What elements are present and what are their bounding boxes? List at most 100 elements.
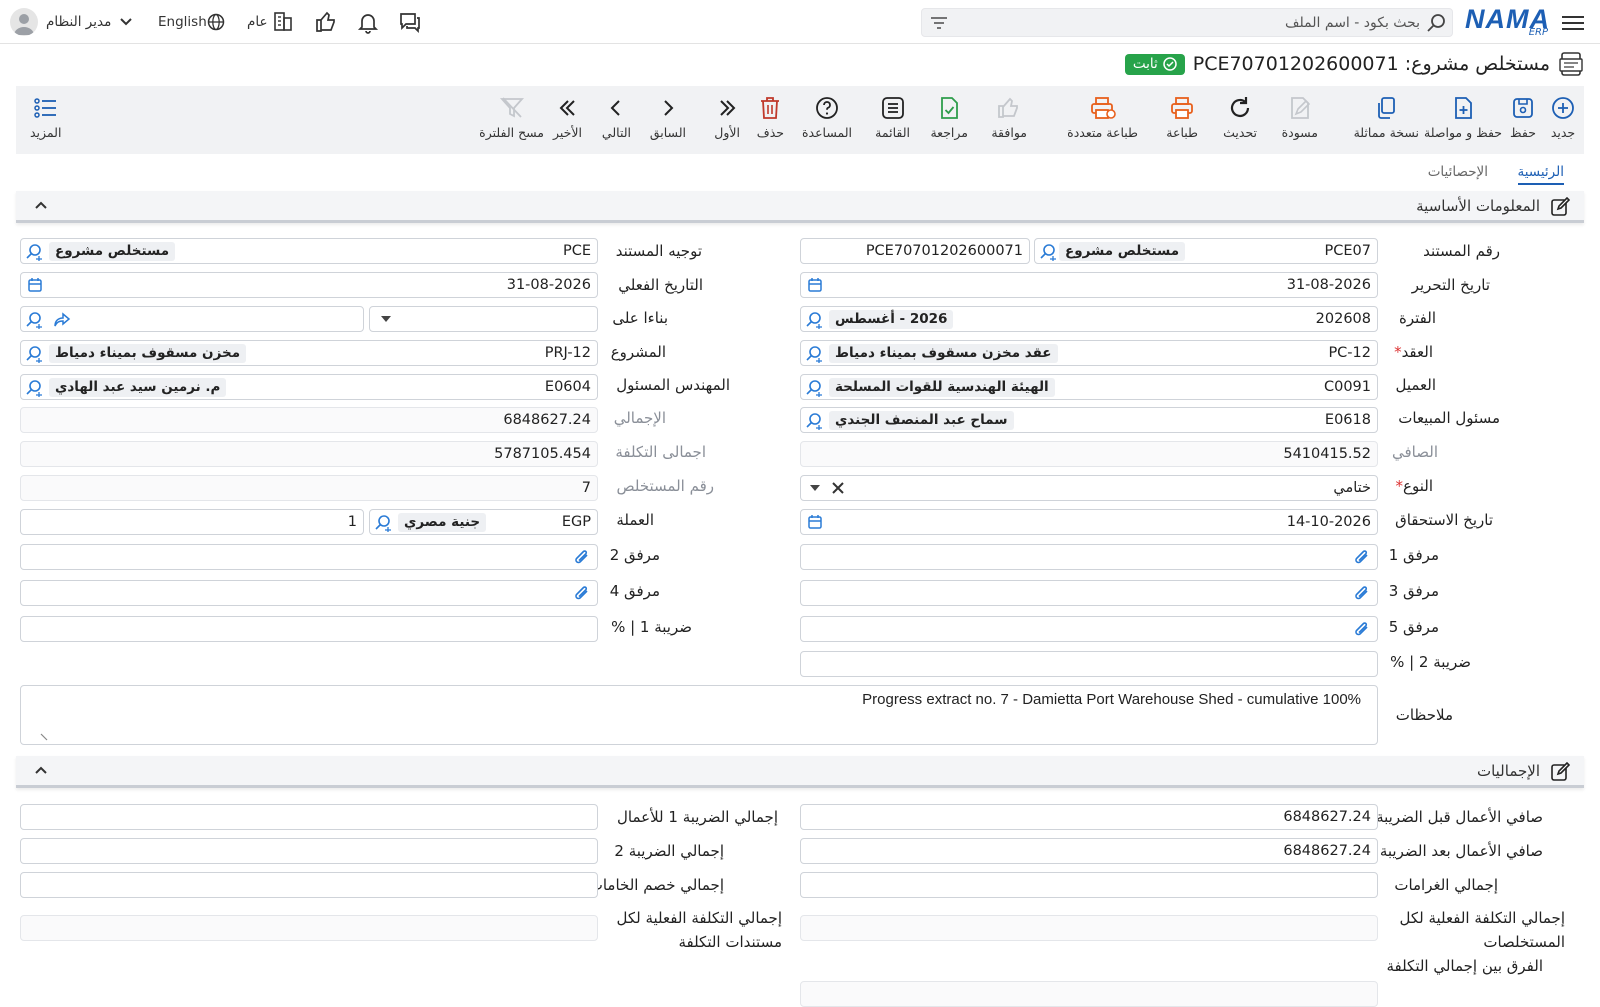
based-on-select[interactable] <box>369 306 598 332</box>
doc-number-field[interactable]: PCE70701202600071 <box>800 238 1030 264</box>
attachment-5-field[interactable] <box>800 616 1378 642</box>
period-chip: 2026 - أغسطس <box>829 310 954 329</box>
contract-label: العقد* <box>1394 343 1433 361</box>
search-input[interactable] <box>1000 12 1420 33</box>
save-button[interactable]: حفظ <box>1510 94 1536 140</box>
paperclip-icon[interactable] <box>573 585 591 603</box>
attachment-1-field[interactable] <box>800 544 1378 570</box>
delete-button[interactable]: حذف <box>757 94 784 140</box>
paperclip-icon[interactable] <box>1353 549 1371 567</box>
chevron-down-icon <box>119 17 133 27</box>
type-select[interactable]: ختامي <box>800 475 1378 501</box>
filter-icon[interactable] <box>930 15 948 31</box>
logo[interactable]: NAMA ERP <box>1465 2 1550 42</box>
help-button[interactable]: المساعدة <box>802 94 852 140</box>
calendar-icon[interactable] <box>807 277 823 293</box>
trash-icon <box>757 94 783 122</box>
paperclip-icon[interactable] <box>1353 585 1371 603</box>
lookup-search-icon[interactable] <box>1039 243 1057 261</box>
tax-2-total-field[interactable] <box>20 838 598 864</box>
company-icon[interactable] <box>272 10 294 32</box>
thumbs-up-icon[interactable] <box>314 10 338 34</box>
section-totals[interactable]: الإجماليات <box>16 756 1584 788</box>
more-button[interactable]: المزيد <box>30 94 61 140</box>
bell-icon[interactable] <box>356 10 380 34</box>
tax-1-total-field[interactable] <box>20 804 598 830</box>
lookup-search-icon[interactable] <box>25 345 43 363</box>
lookup-search-icon[interactable] <box>805 379 823 397</box>
doc-series-field[interactable]: PCE07 مستخلص مشروع <box>1034 238 1378 264</box>
chevron-up-icon[interactable] <box>34 763 48 777</box>
user-menu[interactable]: مدير النظام <box>10 7 133 37</box>
lookup-search-icon[interactable] <box>805 345 823 363</box>
doc-direction-field[interactable]: PCE مستخلص مشروع <box>20 238 598 264</box>
tax-2-field[interactable] <box>800 651 1378 677</box>
net-before-tax-field[interactable]: 6848627.24 <box>800 804 1378 830</box>
duplicate-button[interactable]: نسخة مماثلة <box>1354 94 1419 140</box>
share-icon[interactable] <box>53 311 71 329</box>
actual-cost-all-extracts-field <box>800 915 1378 941</box>
new-button[interactable]: جديد <box>1550 94 1576 140</box>
draft-button[interactable]: مسودة <box>1282 94 1318 140</box>
customer-field[interactable]: C0091 الهيئة الهندسية للقوات المسلحة <box>800 374 1378 400</box>
refresh-button[interactable]: تحديث <box>1223 94 1257 140</box>
print-button[interactable]: طباعة <box>1166 94 1198 140</box>
cost-documents-label: إجمالي التكلفة الفعلية لكل مستندات التكلف… <box>616 909 782 951</box>
dropdown-arrow-icon[interactable] <box>380 315 392 323</box>
exchange-rate-field[interactable]: 1 <box>20 509 364 535</box>
approve-button[interactable]: موافقة <box>991 94 1027 140</box>
contract-field[interactable]: PC-12 عقد مخزن مسقوف بميناء دمياط <box>800 340 1378 366</box>
next-button[interactable]: التالي <box>602 94 631 140</box>
globe-icon[interactable] <box>207 13 225 31</box>
resize-handle-icon[interactable] <box>39 732 49 742</box>
lookup-search-icon[interactable] <box>25 243 43 261</box>
attachment-2-field[interactable] <box>20 544 598 570</box>
tax-1-field[interactable] <box>20 616 598 642</box>
multi-print-button[interactable]: طباعة متعددة <box>1067 94 1138 140</box>
clear-icon[interactable] <box>831 481 845 495</box>
calendar-icon[interactable] <box>27 277 43 293</box>
list-button[interactable]: القائمة <box>875 94 910 140</box>
paperclip-icon[interactable] <box>573 549 591 567</box>
help-icon <box>814 94 840 122</box>
dropdown-arrow-icon[interactable] <box>809 484 821 492</box>
period-field[interactable]: 202608 2026 - أغسطس <box>800 306 1378 332</box>
sales-rep-field[interactable]: E0618 سماح عبد المنصف الجندي <box>800 407 1378 433</box>
clear-filter-button[interactable]: مسح الفلترة <box>479 94 544 140</box>
printer-icon <box>1169 94 1195 122</box>
net-after-tax-field[interactable]: 6848627.24 <box>800 838 1378 864</box>
company-label[interactable]: عام <box>247 14 268 30</box>
lookup-search-icon[interactable] <box>25 379 43 397</box>
search-icon[interactable] <box>1426 13 1446 33</box>
chevron-up-icon[interactable] <box>34 198 48 212</box>
paperclip-icon[interactable] <box>1353 621 1371 639</box>
penalties-field[interactable] <box>800 872 1378 898</box>
menu-icon[interactable] <box>1562 12 1584 32</box>
last-button[interactable]: الأخير <box>553 94 582 140</box>
lookup-search-icon[interactable] <box>374 514 392 532</box>
previous-button[interactable]: السابق <box>650 94 686 140</box>
notes-textarea[interactable]: Progress extract no. 7 - Damietta Port W… <box>20 685 1378 745</box>
lookup-search-icon[interactable] <box>805 412 823 430</box>
tab-main[interactable]: الرئيسية <box>1517 164 1564 185</box>
chat-icon[interactable] <box>398 10 422 34</box>
attachment-4-field[interactable] <box>20 580 598 606</box>
project-field[interactable]: PRJ-12 مخزن مسقوف بميناء دمياط <box>20 340 598 366</box>
due-date-field[interactable]: 14-10-2026 <box>800 509 1378 535</box>
lookup-search-icon[interactable] <box>25 311 43 329</box>
actual-date-field[interactable]: 31-08-2026 <box>20 272 598 298</box>
materials-deduction-field[interactable] <box>20 872 598 898</box>
edit-date-field[interactable]: 31-08-2026 <box>800 272 1378 298</box>
first-button[interactable]: الأول <box>714 94 740 140</box>
section-basic-info[interactable]: المعلومات الأساسية <box>16 191 1584 223</box>
based-on-field[interactable] <box>20 306 364 332</box>
language-switch[interactable]: English <box>158 14 207 30</box>
currency-field[interactable]: EGP جنية مصري <box>369 509 598 535</box>
tab-statistics[interactable]: الإحصائيات <box>1428 164 1488 183</box>
review-button[interactable]: مراجعة <box>930 94 968 140</box>
lookup-search-icon[interactable] <box>805 311 823 329</box>
attachment-3-field[interactable] <box>800 580 1378 606</box>
calendar-icon[interactable] <box>807 514 823 530</box>
save-continue-button[interactable]: حفظ و مواصلة <box>1424 94 1502 140</box>
engineer-field[interactable]: E0604 م. نرمين سيد عبد الهادي <box>20 374 598 400</box>
